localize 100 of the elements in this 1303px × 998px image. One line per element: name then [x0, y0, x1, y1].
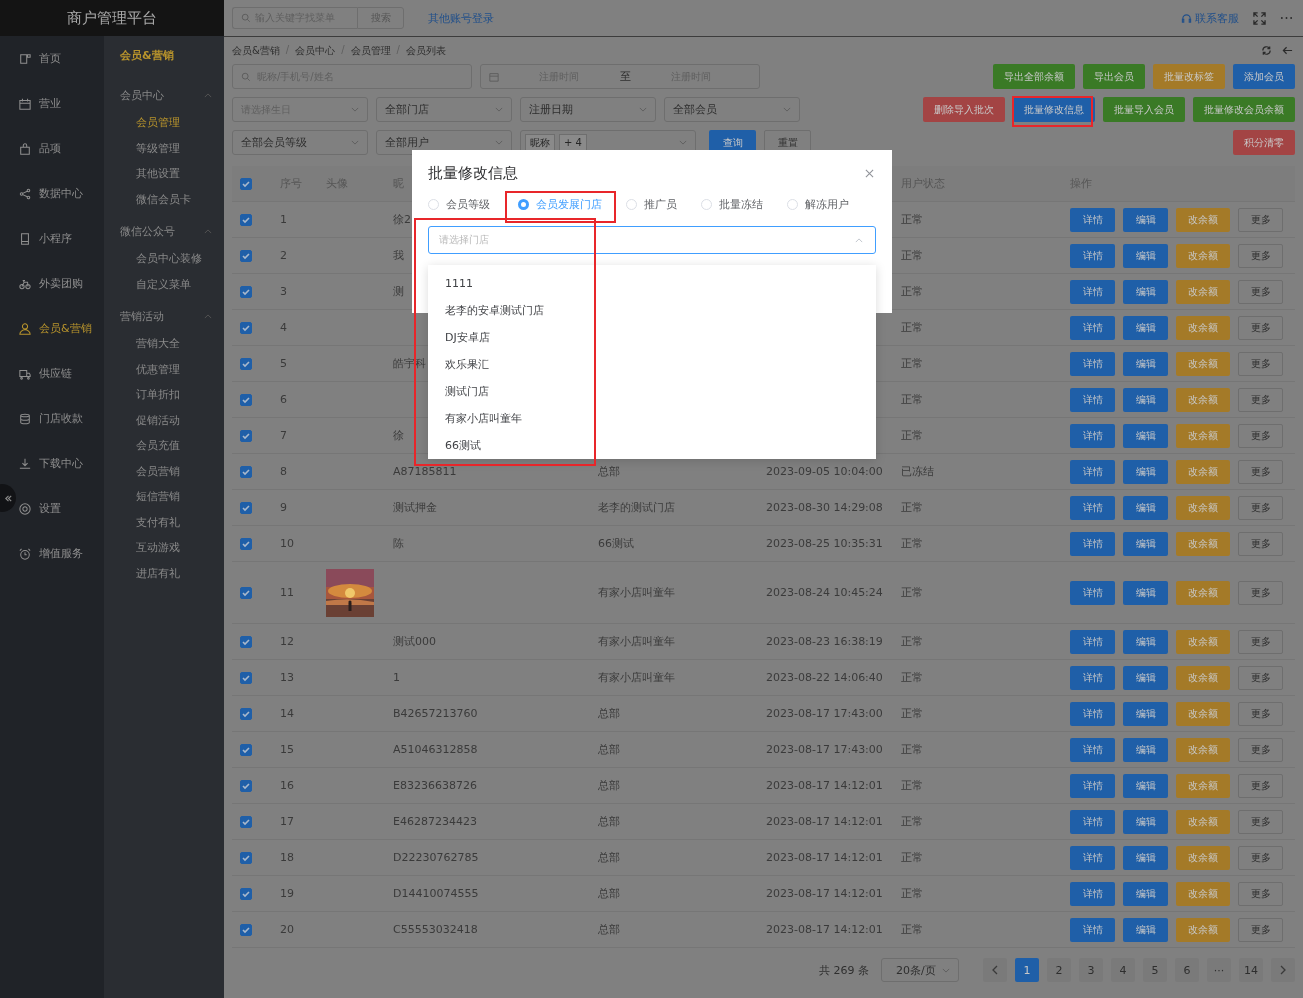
checkbox[interactable] [240, 635, 252, 648]
select-field[interactable]: 注册日期 [520, 97, 656, 122]
row-action-button[interactable]: 改余额 [1176, 737, 1230, 762]
checkbox[interactable] [240, 357, 252, 370]
radio-option[interactable]: 推广员 [626, 197, 677, 212]
checkbox[interactable] [240, 537, 252, 550]
row-action-button[interactable]: 改余额 [1176, 881, 1230, 906]
action-button[interactable]: 删除导入批次 [923, 97, 1005, 122]
row-action-button[interactable]: 详情 [1070, 773, 1115, 798]
checkbox[interactable] [240, 815, 252, 828]
breadcrumb-link[interactable]: 会员管理 [350, 43, 391, 58]
row-action-button[interactable]: 详情 [1070, 243, 1115, 268]
row-action-button[interactable]: 更多 [1238, 279, 1283, 304]
submenu-item[interactable]: 会员中心装修 [104, 246, 224, 272]
action-button[interactable]: 导出会员 [1083, 64, 1145, 89]
row-action-button[interactable]: 更多 [1238, 207, 1283, 232]
store-select-field[interactable]: 请选择门店 [428, 226, 876, 254]
action-button[interactable]: 批量修改会员余额 [1193, 97, 1295, 122]
page-button[interactable]: 1 [1015, 958, 1039, 982]
checkbox[interactable] [240, 501, 252, 514]
row-action-button[interactable]: 改余额 [1176, 580, 1230, 605]
submenu-item[interactable]: 互动游戏 [104, 535, 224, 561]
checkbox[interactable] [240, 851, 252, 864]
row-action-button[interactable]: 更多 [1238, 881, 1283, 906]
row-action-button[interactable]: 改余额 [1176, 665, 1230, 690]
row-action-button[interactable]: 改余额 [1176, 531, 1230, 556]
action-button[interactable]: 导出全部余额 [993, 64, 1075, 89]
dropdown-option[interactable]: 有家小店叫童年 [428, 405, 876, 432]
row-action-button[interactable]: 更多 [1238, 701, 1283, 726]
row-action-button[interactable]: 更多 [1238, 459, 1283, 484]
row-action-button[interactable]: 改余额 [1176, 917, 1230, 942]
sidebar-item[interactable]: 会员&营销 [19, 306, 104, 351]
row-action-button[interactable]: 详情 [1070, 387, 1115, 412]
row-action-button[interactable]: 详情 [1070, 809, 1115, 834]
radio-option[interactable]: 解冻用户 [787, 197, 849, 212]
radio-option[interactable]: 会员等级 [428, 197, 490, 212]
row-action-button[interactable]: 改余额 [1176, 845, 1230, 870]
submenu-item[interactable]: 等级管理 [104, 135, 224, 161]
row-action-button[interactable]: 编辑 [1123, 665, 1168, 690]
sidebar-item[interactable]: 下载中心 [19, 441, 104, 486]
submenu-item[interactable]: 支付有礼 [104, 509, 224, 535]
row-action-button[interactable]: 编辑 [1123, 809, 1168, 834]
checkbox[interactable] [240, 249, 252, 262]
page-button[interactable]: 5 [1143, 958, 1167, 982]
row-action-button[interactable]: 编辑 [1123, 917, 1168, 942]
row-action-button[interactable]: 改余额 [1176, 351, 1230, 376]
row-action-button[interactable]: 编辑 [1123, 243, 1168, 268]
row-action-button[interactable]: 详情 [1070, 917, 1115, 942]
checkbox[interactable] [240, 465, 252, 478]
page-button[interactable]: 6 [1175, 958, 1199, 982]
checkbox[interactable] [240, 671, 252, 684]
dropdown-option[interactable]: 66测试 [428, 432, 876, 459]
row-action-button[interactable]: 编辑 [1123, 629, 1168, 654]
checkbox[interactable] [240, 743, 252, 756]
submenu-item[interactable]: 进店有礼 [104, 560, 224, 586]
submenu-item[interactable]: 会员营销 [104, 458, 224, 484]
submenu-item[interactable]: 会员充值 [104, 433, 224, 459]
submenu-item[interactable]: 促销活动 [104, 407, 224, 433]
row-action-button[interactable]: 详情 [1070, 629, 1115, 654]
submenu-group[interactable]: 营销活动 [104, 301, 224, 331]
dropdown-option[interactable]: DJ安卓店 [428, 324, 876, 351]
row-action-button[interactable]: 改余额 [1176, 701, 1230, 726]
page-button[interactable]: 3 [1079, 958, 1103, 982]
sidebar-item[interactable]: 增值服务 [19, 531, 104, 576]
row-action-button[interactable]: 改余额 [1176, 423, 1230, 448]
row-action-button[interactable]: 编辑 [1123, 531, 1168, 556]
page-button[interactable]: 4 [1111, 958, 1135, 982]
breadcrumb-link[interactable]: 会员&营销 [232, 43, 280, 58]
checkbox[interactable] [240, 177, 252, 190]
row-action-button[interactable]: 详情 [1070, 459, 1115, 484]
sidebar-item[interactable]: 供应链 [19, 351, 104, 396]
submenu-item[interactable]: 订单折扣 [104, 382, 224, 408]
close-icon[interactable] [865, 169, 874, 178]
row-action-button[interactable]: 更多 [1238, 423, 1283, 448]
breadcrumb-link[interactable]: 会员列表 [405, 43, 446, 58]
row-action-button[interactable]: 改余额 [1176, 315, 1230, 340]
checkbox[interactable] [240, 887, 252, 900]
row-action-button[interactable]: 编辑 [1123, 495, 1168, 520]
row-action-button[interactable]: 更多 [1238, 917, 1283, 942]
radio-option[interactable]: 会员发展门店 [518, 197, 602, 212]
submenu-item[interactable]: 营销大全 [104, 331, 224, 357]
submenu-group[interactable]: 会员中心 [104, 80, 224, 110]
row-action-button[interactable]: 改余额 [1176, 387, 1230, 412]
sidebar-item[interactable]: 门店收款 [19, 396, 104, 441]
submenu-item[interactable]: 自定义菜单 [104, 271, 224, 297]
select-field[interactable]: 全部会员等级 [232, 130, 368, 155]
row-action-button[interactable]: 详情 [1070, 351, 1115, 376]
row-action-button[interactable]: 详情 [1070, 580, 1115, 605]
submenu-group[interactable]: 微信公众号 [104, 216, 224, 246]
row-action-button[interactable]: 详情 [1070, 881, 1115, 906]
row-action-button[interactable]: 编辑 [1123, 279, 1168, 304]
action-button[interactable]: 批量导入会员 [1103, 97, 1185, 122]
refresh-icon[interactable] [1261, 45, 1272, 56]
row-action-button[interactable]: 更多 [1238, 809, 1283, 834]
row-action-button[interactable]: 改余额 [1176, 773, 1230, 798]
checkbox[interactable] [240, 923, 252, 936]
row-action-button[interactable]: 更多 [1238, 315, 1283, 340]
checkbox[interactable] [240, 707, 252, 720]
checkbox[interactable] [240, 213, 252, 226]
page-button[interactable]: 2 [1047, 958, 1071, 982]
